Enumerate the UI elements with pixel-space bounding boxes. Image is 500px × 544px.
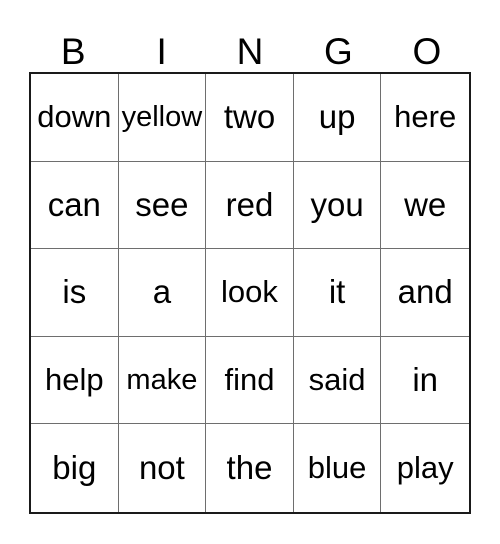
bingo-cell[interactable]: not xyxy=(118,424,207,512)
bingo-cell-word: and xyxy=(397,273,453,311)
bingo-cell[interactable]: can xyxy=(31,161,119,250)
bingo-cell[interactable]: big xyxy=(31,424,119,512)
bingo-header-letter-g: G xyxy=(324,31,353,72)
bingo-cell[interactable]: find xyxy=(206,336,294,425)
bingo-header-letter-n: N xyxy=(236,31,264,72)
bingo-cell-word: yellow xyxy=(121,101,203,134)
bingo-cell[interactable]: here xyxy=(381,74,469,162)
bingo-cell[interactable]: red xyxy=(206,161,294,250)
bingo-cell-word: in xyxy=(412,361,439,399)
bingo-cell[interactable]: play xyxy=(381,424,469,512)
bingo-cell[interactable]: and xyxy=(381,249,469,337)
bingo-cell[interactable]: yellow xyxy=(118,74,207,162)
bingo-header-letter-b: B xyxy=(60,31,86,72)
bingo-cell[interactable]: blue xyxy=(293,424,382,512)
bingo-cell-word: make xyxy=(126,364,198,397)
bingo-cell-word: you xyxy=(310,185,364,223)
bingo-cell-word: down xyxy=(37,99,112,135)
bingo-cell-word: is xyxy=(62,273,87,311)
bingo-cell-word: blue xyxy=(307,450,367,486)
bingo-cell-word: up xyxy=(318,98,356,136)
bingo-header-row: B I N G O xyxy=(29,22,471,72)
bingo-cell[interactable]: is xyxy=(31,249,119,337)
bingo-cell-word: here xyxy=(394,99,457,135)
bingo-header-letter-o: O xyxy=(412,31,442,72)
bingo-cell-word: play xyxy=(396,450,454,486)
bingo-cell[interactable]: help xyxy=(31,336,119,425)
bingo-cell[interactable]: said xyxy=(293,336,382,425)
bingo-cell-word: help xyxy=(44,362,104,398)
bingo-cell-word: it xyxy=(328,273,346,311)
bingo-cell-word: not xyxy=(138,449,185,487)
bingo-cell[interactable]: look xyxy=(206,249,294,337)
bingo-cell-word: look xyxy=(221,274,278,310)
bingo-card: B I N G O down yellow two up here can se… xyxy=(29,22,471,514)
bingo-cell-word: see xyxy=(135,185,189,223)
bingo-cell-word: find xyxy=(224,362,275,398)
bingo-cell[interactable]: it xyxy=(293,249,382,337)
bingo-cell[interactable]: in xyxy=(381,336,469,425)
bingo-header-letter-i: I xyxy=(156,31,167,72)
bingo-cell-word: can xyxy=(47,185,101,223)
bingo-cell[interactable]: see xyxy=(118,161,207,250)
bingo-cell[interactable]: you xyxy=(293,161,382,250)
bingo-cell-word: we xyxy=(404,185,447,223)
bingo-cell-word: big xyxy=(52,449,97,487)
bingo-cell-word: two xyxy=(223,98,276,136)
bingo-cell-word: the xyxy=(226,449,273,487)
bingo-cell-word: a xyxy=(152,273,172,311)
bingo-cell[interactable]: down xyxy=(31,74,119,162)
bingo-cell-word: said xyxy=(308,362,366,398)
bingo-cell[interactable]: a xyxy=(118,249,207,337)
bingo-cell[interactable]: up xyxy=(293,74,382,162)
bingo-cell[interactable]: two xyxy=(206,74,294,162)
bingo-cell[interactable]: we xyxy=(381,161,469,250)
bingo-cell[interactable]: make xyxy=(118,336,207,425)
bingo-cell-word: red xyxy=(225,185,274,223)
bingo-cell[interactable]: the xyxy=(206,424,294,512)
bingo-grid: down yellow two up here can see red you … xyxy=(29,72,471,514)
